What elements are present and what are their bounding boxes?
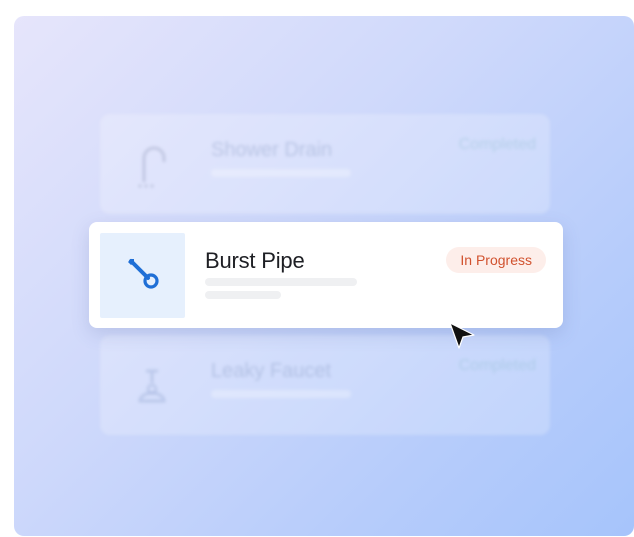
job-title: Burst Pipe — [205, 248, 305, 273]
placeholder-line — [211, 169, 351, 177]
placeholder-line — [205, 291, 281, 299]
background-card-title: Leaky Faucet — [211, 360, 332, 382]
placeholder-line — [205, 278, 357, 286]
job-thumbnail — [100, 233, 185, 318]
status-badge: In Progress — [446, 247, 546, 273]
background-card-status: Completed — [458, 136, 536, 153]
background-card-leaky-faucet: Leaky Faucet Completed — [100, 335, 550, 435]
placeholder-line — [211, 390, 351, 398]
job-card-burst-pipe[interactable]: Burst Pipe In Progress — [89, 222, 563, 328]
shower-icon — [122, 136, 180, 194]
mouse-cursor-icon — [448, 321, 476, 351]
stage-background: Shower Drain Completed Leaky Faucet Comp… — [14, 16, 634, 536]
wrench-icon — [125, 255, 161, 296]
background-card-shower-drain: Shower Drain Completed — [100, 114, 550, 214]
background-card-status: Completed — [458, 357, 536, 374]
background-card-title: Shower Drain — [211, 139, 333, 161]
faucet-icon — [122, 357, 180, 415]
